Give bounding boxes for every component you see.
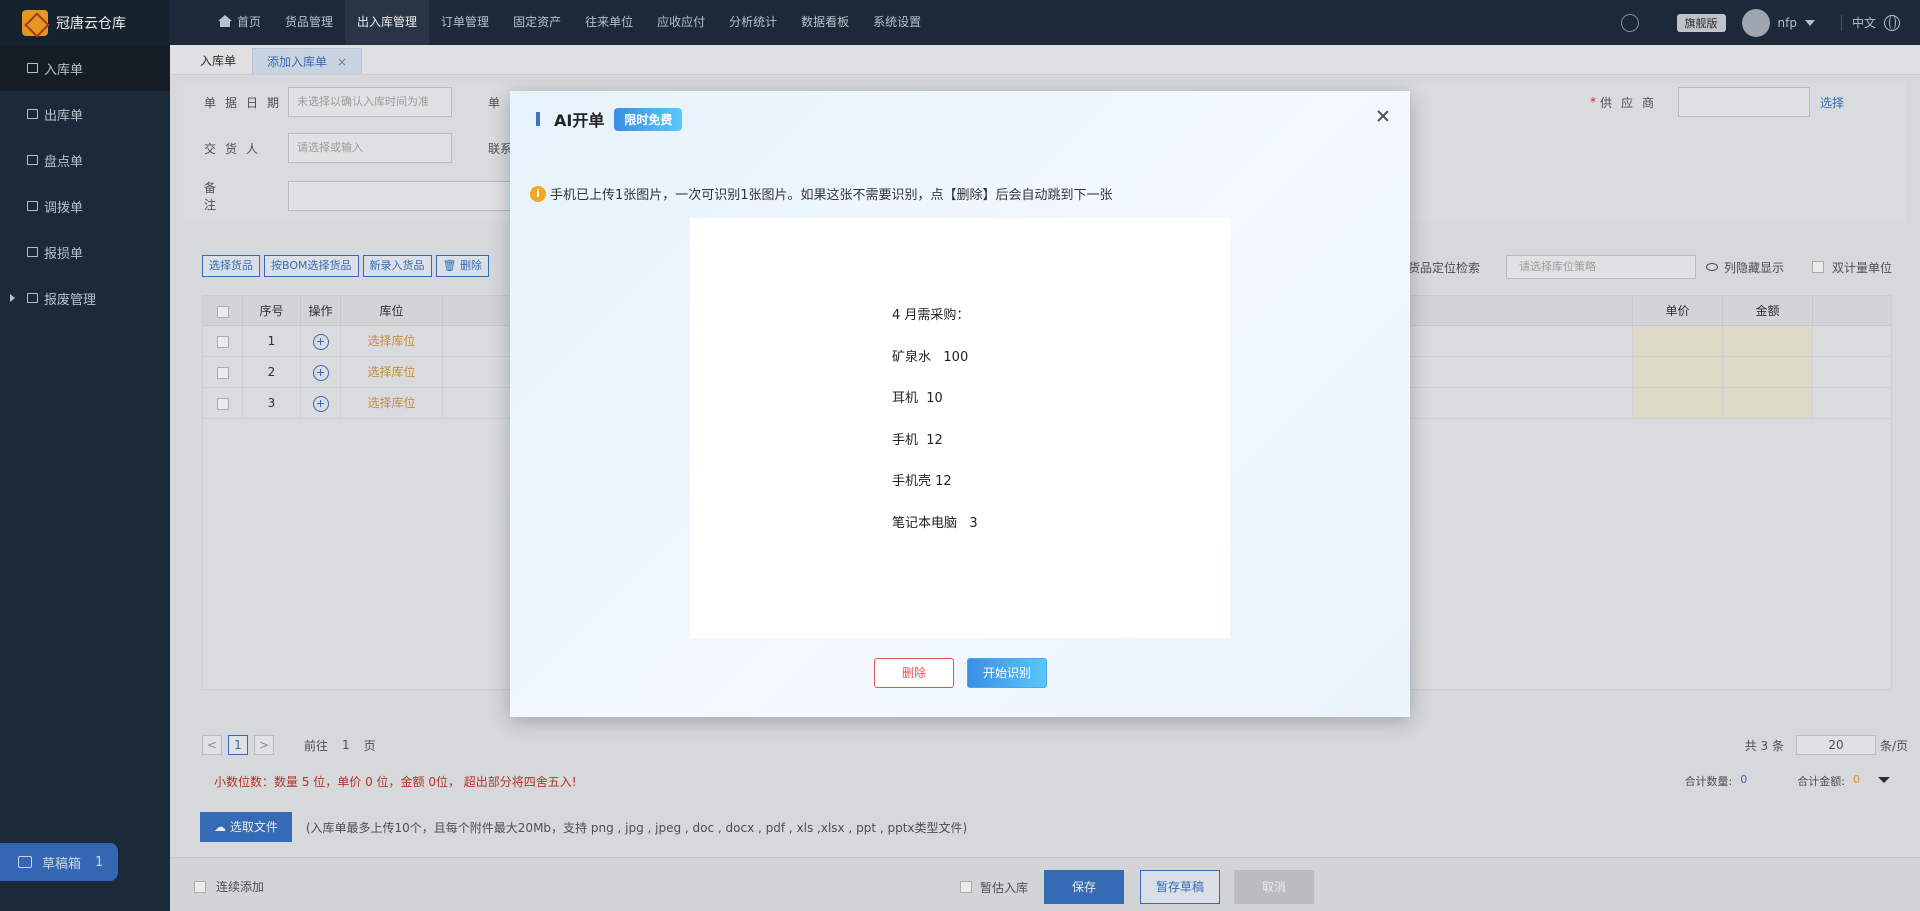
note-line: 笔记本电脑 3 bbox=[892, 515, 978, 531]
upload-info: i 手机已上传1张图片，一次可识别1张图片。如果这张不需要识别，点【删除】后会自… bbox=[530, 184, 1113, 203]
modal-buttons: 删除 开始识别 bbox=[874, 658, 1060, 688]
note-line: 矿泉水 100 bbox=[892, 349, 969, 365]
delete-image-button[interactable]: 删除 bbox=[874, 658, 954, 688]
upload-info-text: 手机已上传1张图片，一次可识别1张图片。如果这张不需要识别，点【删除】后会自动跳… bbox=[550, 188, 1113, 203]
note-line: 耳机 10 bbox=[892, 391, 943, 406]
title-accent bbox=[536, 112, 540, 126]
modal-title: AI开单 bbox=[554, 111, 605, 130]
modal-header: AI开单 限时免费 bbox=[536, 107, 683, 131]
close-icon[interactable] bbox=[1376, 109, 1390, 123]
image-preview: 4 月需采购： 矿泉水 100 耳机 10 手机 12 手机壳 12 笔记本电脑… bbox=[690, 218, 1230, 638]
note-line: 4 月需采购： bbox=[892, 308, 970, 323]
note-content: 4 月需采购： 矿泉水 100 耳机 10 手机 12 手机壳 12 笔记本电脑… bbox=[892, 304, 978, 553]
info-icon: i bbox=[530, 185, 546, 202]
start-recognition-button[interactable]: 开始识别 bbox=[967, 658, 1047, 688]
free-badge: 限时免费 bbox=[614, 107, 683, 131]
note-line: 手机 12 bbox=[892, 432, 943, 448]
ai-order-modal: AI开单 限时免费 i 手机已上传1张图片，一次可识别1张图片。如果这张不需要识… bbox=[510, 91, 1410, 717]
note-line: 手机壳 12 bbox=[892, 474, 952, 489]
